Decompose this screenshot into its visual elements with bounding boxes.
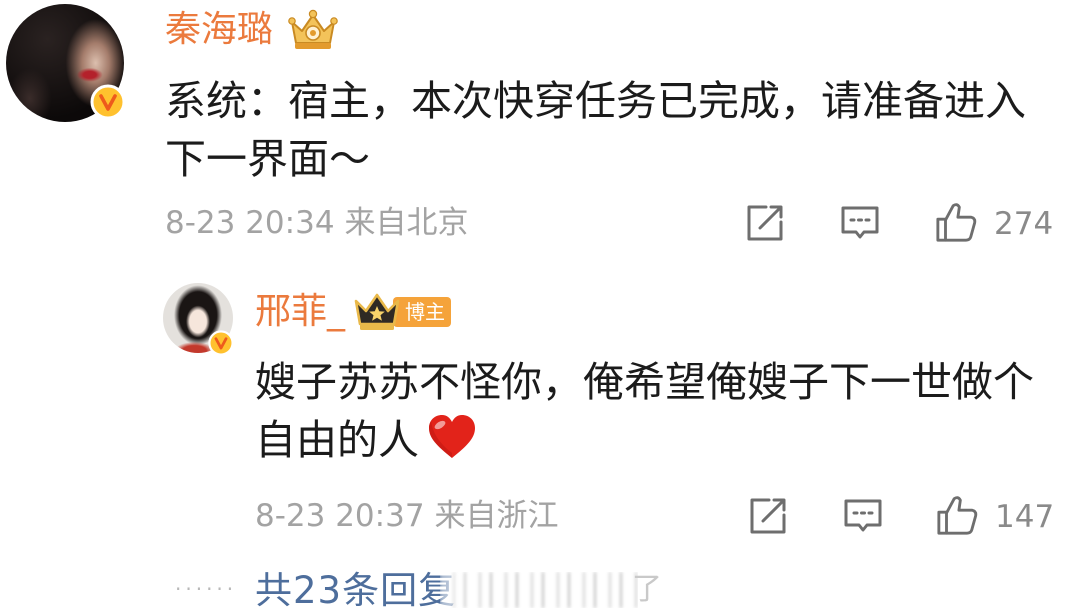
view-all-replies-link[interactable]: 共23条回复 xyxy=(255,568,456,614)
like-count[interactable]: 147 xyxy=(995,497,1054,537)
comment-location: 来自北京 xyxy=(344,205,469,241)
reply-body[interactable]: 嫂子苏苏不怪你，俺希望俺嫂子下一世做个 自由的人 xyxy=(255,353,1034,469)
comment-icon[interactable] xyxy=(840,203,880,243)
reply-author-row: 邢菲_ 博主 xyxy=(255,290,452,334)
blogger-badge: 博主 xyxy=(393,297,452,327)
reply-body-line: 嫂子苏苏不怪你，俺希望俺嫂子下一世做个 xyxy=(255,358,1034,406)
share-icon[interactable] xyxy=(745,203,785,243)
thumbs-up-icon[interactable] xyxy=(935,201,977,247)
like-button[interactable]: 147 xyxy=(936,494,1054,540)
reply-body-text: 自由的人 xyxy=(255,416,419,464)
comment-icon[interactable] xyxy=(843,496,883,536)
star-crown-icon[interactable] xyxy=(353,291,401,333)
reply-time: 8-23 20:37 xyxy=(255,498,425,534)
more-replies-dots: ······ xyxy=(175,577,238,601)
share-icon[interactable] xyxy=(748,496,788,536)
reply-body-line-with-emoji: 自由的人 xyxy=(255,411,1034,469)
gold-crown-icon[interactable] xyxy=(287,8,339,52)
watermark-text: 了 xyxy=(632,572,662,607)
watermark-blur xyxy=(440,572,638,608)
verified-v-icon xyxy=(208,330,234,356)
reply-author-name[interactable]: 邢菲_ xyxy=(255,290,345,334)
watermark-overlay: 了 xyxy=(440,568,662,612)
verified-v-icon xyxy=(90,84,126,120)
comment-time: 8-23 20:34 xyxy=(165,205,335,241)
comment-body-line: 下一界面～ xyxy=(165,135,370,183)
reply-location: 来自浙江 xyxy=(434,498,559,534)
comment-meta: 8-23 20:34 来自北京 xyxy=(165,203,469,243)
comment-body-line: 系统：宿主，本次快穿任务已完成，请准备进入 xyxy=(165,77,1026,125)
comment-author-name[interactable]: 秦海璐 xyxy=(165,8,273,52)
reply-meta: 8-23 20:37 来自浙江 xyxy=(255,496,559,536)
red-heart-emoji xyxy=(427,414,477,460)
comment-body[interactable]: 系统：宿主，本次快穿任务已完成，请准备进入 下一界面～ xyxy=(165,72,1026,188)
like-count[interactable]: 274 xyxy=(994,204,1053,244)
comment-author-row: 秦海璐 xyxy=(165,8,339,52)
like-button[interactable]: 274 xyxy=(935,201,1053,247)
thumbs-up-icon[interactable] xyxy=(936,494,978,540)
